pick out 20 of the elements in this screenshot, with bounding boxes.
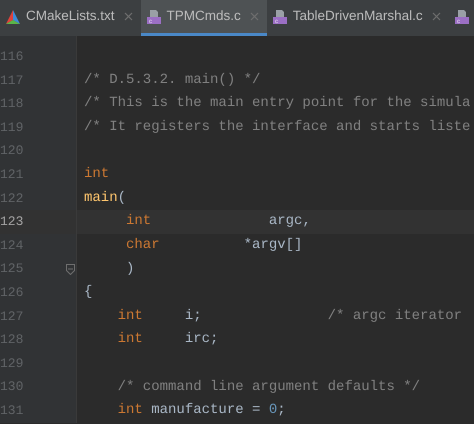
code-line: /* It registers the interface and starts liste xyxy=(84,118,470,138)
file-tab[interactable]: CMakeLists.txt xyxy=(0,0,141,36)
code-line: /* D.5.3.2. main() */ xyxy=(84,70,260,90)
triangle-icon xyxy=(5,8,21,24)
code-line: int xyxy=(84,165,110,184)
code-line: { xyxy=(84,283,92,302)
code-line: main( xyxy=(84,188,126,208)
code-line: /* This is the main entry point for the simula xyxy=(84,94,470,114)
code-line: ) xyxy=(125,260,134,279)
code-line: int argc, xyxy=(125,212,311,232)
line-number: 123 xyxy=(0,213,24,232)
close-icon[interactable] xyxy=(124,12,133,21)
fold-marker-icon[interactable] xyxy=(66,264,75,275)
close-icon[interactable] xyxy=(432,12,441,21)
code-line: char *argv[] xyxy=(125,236,302,256)
code-line: /* command line argument defaults */ xyxy=(116,378,420,397)
code-line: int manufacture = 0; xyxy=(116,401,286,420)
code-line: int irc; xyxy=(116,330,218,350)
close-icon[interactable] xyxy=(250,12,259,21)
code-line: int i; /* argc iterator xyxy=(116,306,462,326)
